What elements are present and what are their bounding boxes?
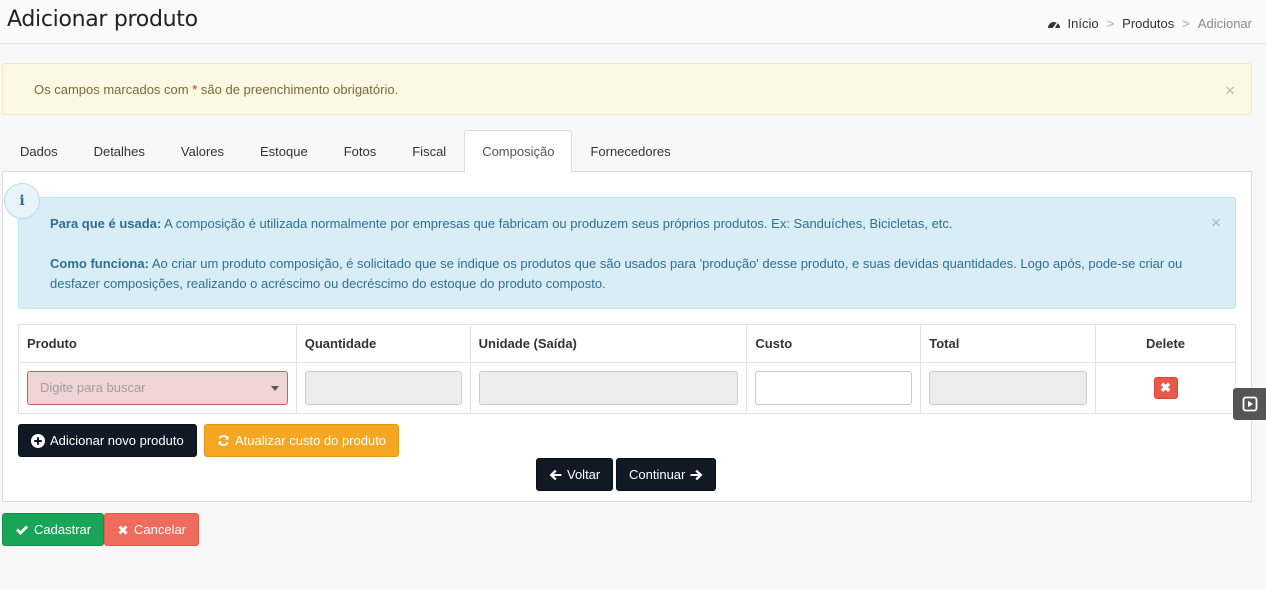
- quantity-input[interactable]: [304, 371, 462, 405]
- cell-delete: ✖: [1095, 362, 1236, 414]
- cell-produto: Digite para buscar: [18, 362, 297, 414]
- tab-fiscal[interactable]: Fiscal: [394, 130, 464, 172]
- tab-fornecedores[interactable]: Fornecedores: [572, 130, 688, 172]
- info-text: A composição é utilizada normalmente por…: [161, 216, 953, 231]
- cancel-label: Cancelar: [134, 522, 187, 537]
- tab-dados[interactable]: Dados: [2, 130, 76, 172]
- breadcrumb-current: Adicionar: [1197, 16, 1252, 31]
- column-header-quantidade: Quantidade: [295, 324, 471, 363]
- page-title: Adicionar produto: [7, 7, 198, 32]
- add-product-button[interactable]: Adicionar novo produto: [18, 424, 197, 457]
- refresh-icon: [218, 435, 229, 446]
- arrow-left-icon: [549, 469, 562, 480]
- page-header: Adicionar produto Início > Produtos > Ad…: [0, 0, 1266, 44]
- column-header-total: Total: [920, 324, 1097, 363]
- tab-detalhes[interactable]: Detalhes: [76, 130, 163, 172]
- table-row: Digite para buscar ✖: [18, 362, 1236, 414]
- info-text: Ao criar um produto composição, é solici…: [50, 256, 1183, 291]
- update-cost-label: Atualizar custo do produto: [235, 433, 387, 448]
- breadcrumb-home-link[interactable]: Início: [1067, 16, 1098, 31]
- cell-custo: [746, 362, 922, 414]
- breadcrumb-separator: >: [1106, 16, 1115, 31]
- dashboard-icon: [1048, 21, 1061, 29]
- cell-unidade: [469, 362, 748, 414]
- breadcrumb: Início > Produtos > Adicionar: [1047, 16, 1252, 31]
- product-search-select[interactable]: Digite para buscar: [27, 371, 288, 405]
- side-panel-toggle[interactable]: [1233, 388, 1266, 420]
- cell-total: [920, 362, 1097, 414]
- column-header-delete: Delete: [1095, 324, 1236, 363]
- continue-label: Continuar: [629, 467, 686, 482]
- product-search-placeholder: Digite para buscar: [40, 380, 146, 395]
- info-paragraph-how: Como funciona: Ao criar um produto compo…: [50, 254, 1210, 294]
- arrow-right-icon: [690, 469, 703, 480]
- info-paragraph-usage: Para que é usada: A composição é utiliza…: [50, 214, 1210, 234]
- info-title: Como funciona:: [50, 256, 149, 271]
- tab-estoque[interactable]: Estoque: [242, 130, 326, 172]
- submit-label: Cadastrar: [34, 522, 92, 537]
- tab-fotos[interactable]: Fotos: [326, 130, 395, 172]
- info-icon: i: [4, 183, 40, 219]
- submit-button[interactable]: Cadastrar: [2, 513, 105, 546]
- composition-info-alert: Para que é usada: A composição é utiliza…: [18, 197, 1236, 309]
- close-icon[interactable]: ×: [1225, 82, 1235, 99]
- tab-composicao[interactable]: Composição: [464, 130, 573, 173]
- composition-table: Produto Quantidade Unidade (Saída) Custo…: [18, 324, 1236, 414]
- close-icon[interactable]: ×: [1211, 214, 1221, 231]
- unit-output-input[interactable]: [478, 371, 739, 405]
- column-header-custo: Custo: [746, 324, 922, 363]
- cost-input[interactable]: [755, 371, 913, 405]
- delete-row-button[interactable]: ✖: [1153, 377, 1178, 399]
- column-header-produto: Produto: [18, 324, 297, 363]
- back-button[interactable]: Voltar: [536, 458, 614, 491]
- check-icon: [16, 525, 28, 535]
- breadcrumb-products-link[interactable]: Produtos: [1122, 16, 1174, 31]
- total-input[interactable]: [929, 371, 1088, 405]
- continue-button[interactable]: Continuar: [616, 458, 717, 491]
- required-fields-message: Os campos marcados com * são de preenchi…: [34, 82, 398, 97]
- breadcrumb-separator: >: [1182, 16, 1190, 31]
- cell-quantidade: [295, 362, 471, 414]
- x-icon: [118, 525, 128, 534]
- add-product-label: Adicionar novo produto: [50, 433, 184, 448]
- tab-valores[interactable]: Valores: [163, 130, 242, 172]
- cancel-button[interactable]: Cancelar: [104, 513, 200, 546]
- plus-circle-icon: [31, 433, 45, 448]
- table-header-row: Produto Quantidade Unidade (Saída) Custo…: [18, 324, 1236, 363]
- caret-down-icon: [270, 386, 279, 391]
- update-cost-button[interactable]: Atualizar custo do produto: [204, 424, 400, 457]
- column-header-unidade: Unidade (Saída): [469, 324, 748, 363]
- product-tabs: Dados Detalhes Valores Estoque Fotos Fis…: [2, 130, 689, 173]
- required-fields-alert: Os campos marcados com * são de preenchi…: [2, 63, 1252, 115]
- play-square-icon: [1242, 396, 1257, 412]
- info-title: Para que é usada:: [50, 216, 162, 231]
- back-label: Voltar: [567, 467, 601, 482]
- alert-text: Os campos marcados com: [34, 82, 193, 97]
- alert-text: são de preenchimento obrigatório.: [197, 82, 399, 97]
